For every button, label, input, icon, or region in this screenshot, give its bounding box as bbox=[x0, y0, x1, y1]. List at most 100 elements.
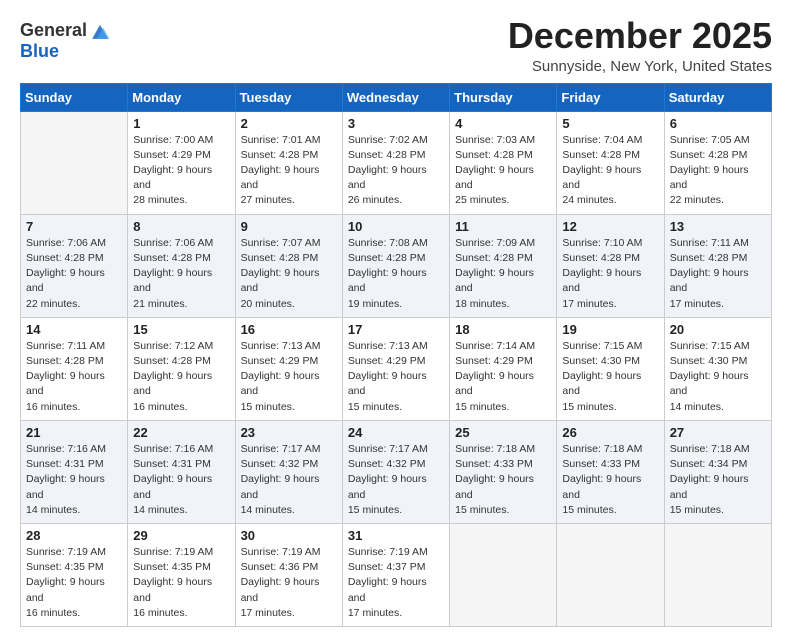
daylight-text: Daylight: 9 hours and bbox=[562, 369, 658, 399]
sunrise-text: Sunrise: 7:15 AM bbox=[562, 339, 658, 354]
day-info: Sunrise: 7:13 AMSunset: 4:29 PMDaylight:… bbox=[348, 339, 444, 415]
calendar-cell: 25Sunrise: 7:18 AMSunset: 4:33 PMDayligh… bbox=[450, 420, 557, 523]
day-number: 21 bbox=[26, 425, 122, 440]
calendar-cell: 27Sunrise: 7:18 AMSunset: 4:34 PMDayligh… bbox=[664, 420, 771, 523]
sunrise-text: Sunrise: 7:06 AM bbox=[133, 236, 229, 251]
sunset-text: Sunset: 4:33 PM bbox=[455, 457, 551, 472]
sunrise-text: Sunrise: 7:17 AM bbox=[241, 442, 337, 457]
calendar-cell: 13Sunrise: 7:11 AMSunset: 4:28 PMDayligh… bbox=[664, 214, 771, 317]
sunset-text: Sunset: 4:31 PM bbox=[133, 457, 229, 472]
day-number: 19 bbox=[562, 322, 658, 337]
daylight-text: Daylight: 9 hours and bbox=[455, 369, 551, 399]
sunrise-text: Sunrise: 7:19 AM bbox=[241, 545, 337, 560]
calendar-cell: 28Sunrise: 7:19 AMSunset: 4:35 PMDayligh… bbox=[21, 523, 128, 626]
day-of-week-header: Wednesday bbox=[342, 83, 449, 111]
day-info: Sunrise: 7:16 AMSunset: 4:31 PMDaylight:… bbox=[26, 442, 122, 518]
daylight-text-cont: 24 minutes. bbox=[562, 193, 658, 208]
daylight-text: Daylight: 9 hours and bbox=[455, 472, 551, 502]
day-info: Sunrise: 7:17 AMSunset: 4:32 PMDaylight:… bbox=[348, 442, 444, 518]
daylight-text: Daylight: 9 hours and bbox=[562, 472, 658, 502]
sunset-text: Sunset: 4:28 PM bbox=[241, 148, 337, 163]
calendar-cell: 14Sunrise: 7:11 AMSunset: 4:28 PMDayligh… bbox=[21, 317, 128, 420]
sunset-text: Sunset: 4:35 PM bbox=[133, 560, 229, 575]
sunset-text: Sunset: 4:28 PM bbox=[670, 148, 766, 163]
day-number: 20 bbox=[670, 322, 766, 337]
daylight-text-cont: 26 minutes. bbox=[348, 193, 444, 208]
sunset-text: Sunset: 4:29 PM bbox=[133, 148, 229, 163]
sunset-text: Sunset: 4:28 PM bbox=[133, 354, 229, 369]
day-info: Sunrise: 7:08 AMSunset: 4:28 PMDaylight:… bbox=[348, 236, 444, 312]
daylight-text-cont: 14 minutes. bbox=[26, 503, 122, 518]
calendar-cell: 12Sunrise: 7:10 AMSunset: 4:28 PMDayligh… bbox=[557, 214, 664, 317]
day-number: 22 bbox=[133, 425, 229, 440]
sunset-text: Sunset: 4:30 PM bbox=[670, 354, 766, 369]
day-number: 7 bbox=[26, 219, 122, 234]
logo-icon bbox=[89, 20, 111, 42]
calendar-cell bbox=[664, 523, 771, 626]
daylight-text-cont: 27 minutes. bbox=[241, 193, 337, 208]
sunset-text: Sunset: 4:28 PM bbox=[562, 148, 658, 163]
day-info: Sunrise: 7:19 AMSunset: 4:36 PMDaylight:… bbox=[241, 545, 337, 621]
week-row: 7Sunrise: 7:06 AMSunset: 4:28 PMDaylight… bbox=[21, 214, 772, 317]
daylight-text: Daylight: 9 hours and bbox=[455, 266, 551, 296]
sunrise-text: Sunrise: 7:09 AM bbox=[455, 236, 551, 251]
daylight-text: Daylight: 9 hours and bbox=[26, 266, 122, 296]
week-row: 14Sunrise: 7:11 AMSunset: 4:28 PMDayligh… bbox=[21, 317, 772, 420]
daylight-text: Daylight: 9 hours and bbox=[348, 266, 444, 296]
daylight-text: Daylight: 9 hours and bbox=[670, 266, 766, 296]
day-info: Sunrise: 7:19 AMSunset: 4:37 PMDaylight:… bbox=[348, 545, 444, 621]
day-info: Sunrise: 7:10 AMSunset: 4:28 PMDaylight:… bbox=[562, 236, 658, 312]
daylight-text-cont: 18 minutes. bbox=[455, 297, 551, 312]
day-info: Sunrise: 7:17 AMSunset: 4:32 PMDaylight:… bbox=[241, 442, 337, 518]
daylight-text-cont: 21 minutes. bbox=[133, 297, 229, 312]
day-number: 5 bbox=[562, 116, 658, 131]
sunset-text: Sunset: 4:29 PM bbox=[241, 354, 337, 369]
sunrise-text: Sunrise: 7:12 AM bbox=[133, 339, 229, 354]
daylight-text-cont: 16 minutes. bbox=[26, 606, 122, 621]
daylight-text-cont: 15 minutes. bbox=[241, 400, 337, 415]
sunrise-text: Sunrise: 7:14 AM bbox=[455, 339, 551, 354]
daylight-text: Daylight: 9 hours and bbox=[133, 472, 229, 502]
daylight-text-cont: 16 minutes. bbox=[133, 606, 229, 621]
daylight-text: Daylight: 9 hours and bbox=[670, 472, 766, 502]
daylight-text-cont: 14 minutes. bbox=[133, 503, 229, 518]
daylight-text-cont: 17 minutes. bbox=[562, 297, 658, 312]
day-info: Sunrise: 7:07 AMSunset: 4:28 PMDaylight:… bbox=[241, 236, 337, 312]
day-info: Sunrise: 7:00 AMSunset: 4:29 PMDaylight:… bbox=[133, 133, 229, 209]
day-number: 11 bbox=[455, 219, 551, 234]
day-info: Sunrise: 7:16 AMSunset: 4:31 PMDaylight:… bbox=[133, 442, 229, 518]
sunset-text: Sunset: 4:31 PM bbox=[26, 457, 122, 472]
page: General Blue December 2025 Sunnyside, Ne… bbox=[0, 0, 792, 643]
sunrise-text: Sunrise: 7:04 AM bbox=[562, 133, 658, 148]
day-info: Sunrise: 7:11 AMSunset: 4:28 PMDaylight:… bbox=[670, 236, 766, 312]
day-info: Sunrise: 7:09 AMSunset: 4:28 PMDaylight:… bbox=[455, 236, 551, 312]
week-row: 21Sunrise: 7:16 AMSunset: 4:31 PMDayligh… bbox=[21, 420, 772, 523]
sunset-text: Sunset: 4:35 PM bbox=[26, 560, 122, 575]
day-info: Sunrise: 7:06 AMSunset: 4:28 PMDaylight:… bbox=[133, 236, 229, 312]
sunset-text: Sunset: 4:28 PM bbox=[455, 148, 551, 163]
sunrise-text: Sunrise: 7:07 AM bbox=[241, 236, 337, 251]
sunset-text: Sunset: 4:32 PM bbox=[241, 457, 337, 472]
day-info: Sunrise: 7:13 AMSunset: 4:29 PMDaylight:… bbox=[241, 339, 337, 415]
sunrise-text: Sunrise: 7:11 AM bbox=[26, 339, 122, 354]
daylight-text-cont: 15 minutes. bbox=[670, 503, 766, 518]
sunset-text: Sunset: 4:33 PM bbox=[562, 457, 658, 472]
daylight-text-cont: 17 minutes. bbox=[670, 297, 766, 312]
daylight-text-cont: 22 minutes. bbox=[26, 297, 122, 312]
sunrise-text: Sunrise: 7:19 AM bbox=[133, 545, 229, 560]
day-info: Sunrise: 7:14 AMSunset: 4:29 PMDaylight:… bbox=[455, 339, 551, 415]
daylight-text-cont: 14 minutes. bbox=[241, 503, 337, 518]
calendar-cell: 26Sunrise: 7:18 AMSunset: 4:33 PMDayligh… bbox=[557, 420, 664, 523]
sunrise-text: Sunrise: 7:16 AM bbox=[133, 442, 229, 457]
daylight-text: Daylight: 9 hours and bbox=[133, 163, 229, 193]
sunrise-text: Sunrise: 7:06 AM bbox=[26, 236, 122, 251]
daylight-text-cont: 14 minutes. bbox=[670, 400, 766, 415]
daylight-text: Daylight: 9 hours and bbox=[670, 163, 766, 193]
day-number: 27 bbox=[670, 425, 766, 440]
sunset-text: Sunset: 4:28 PM bbox=[562, 251, 658, 266]
day-info: Sunrise: 7:18 AMSunset: 4:33 PMDaylight:… bbox=[562, 442, 658, 518]
sunrise-text: Sunrise: 7:10 AM bbox=[562, 236, 658, 251]
day-info: Sunrise: 7:12 AMSunset: 4:28 PMDaylight:… bbox=[133, 339, 229, 415]
calendar-cell: 4Sunrise: 7:03 AMSunset: 4:28 PMDaylight… bbox=[450, 111, 557, 214]
day-info: Sunrise: 7:19 AMSunset: 4:35 PMDaylight:… bbox=[26, 545, 122, 621]
